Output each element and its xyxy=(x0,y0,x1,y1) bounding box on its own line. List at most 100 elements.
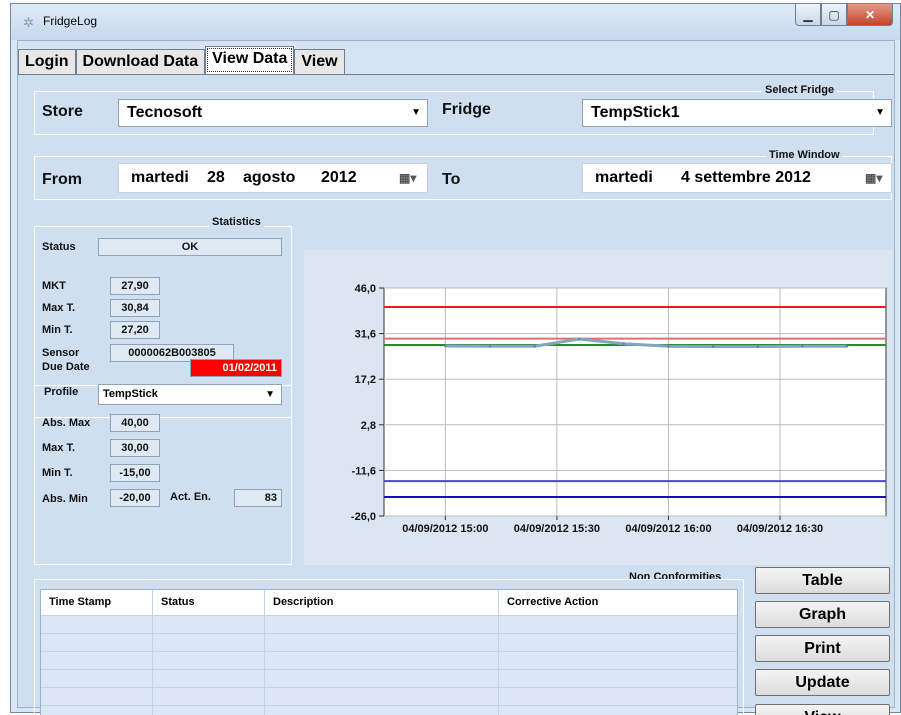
table-cell xyxy=(153,634,265,651)
to-date-picker[interactable]: martedi 4 settembre 2012 ▦▾ xyxy=(582,163,892,193)
col-corrective-action[interactable]: Corrective Action xyxy=(499,590,737,615)
x-tick-label: 04/09/2012 16:30 xyxy=(737,523,823,535)
x-tick-label: 04/09/2012 15:00 xyxy=(402,523,488,535)
table-cell xyxy=(265,616,499,633)
abs-max-value: 40,00 xyxy=(110,414,160,432)
maximize-button[interactable]: ▢ xyxy=(821,4,847,26)
fridge-select[interactable]: TempStick1 ▼ xyxy=(582,99,892,127)
store-label: Store xyxy=(42,103,83,120)
profile-select[interactable]: TempStick ▼ xyxy=(98,384,282,405)
table-cell xyxy=(41,670,153,687)
table-cell xyxy=(41,634,153,651)
from-date-picker[interactable]: martedi 28 agosto 2012 ▦▾ xyxy=(118,163,428,193)
x-tick-label: 04/09/2012 15:30 xyxy=(514,523,600,535)
table-row[interactable] xyxy=(41,634,737,652)
table-cell xyxy=(153,688,265,705)
temperature-point xyxy=(444,344,447,348)
table-cell xyxy=(41,706,153,715)
to-day: martedi xyxy=(595,169,653,186)
client-area: Login Download Data View Data View Selec… xyxy=(17,40,895,715)
table-row[interactable] xyxy=(41,616,737,634)
col-description[interactable]: Description xyxy=(265,590,499,615)
to-label: To xyxy=(442,171,461,188)
title-bar: ✲ FridgeLog ▁ ▢ ✕ xyxy=(11,4,900,40)
table-cell xyxy=(41,688,153,705)
close-button[interactable]: ✕ xyxy=(847,4,893,26)
from-day: martedi xyxy=(131,169,189,186)
maximize-icon: ▢ xyxy=(828,7,840,22)
table-cell xyxy=(499,706,737,715)
table-cell xyxy=(153,670,265,687)
y-tick-label: 31,6 xyxy=(355,329,376,341)
act-en-value: 83 xyxy=(234,489,282,507)
table-cell xyxy=(265,670,499,687)
table-cell xyxy=(265,634,499,651)
tab-view-data[interactable]: View Data xyxy=(205,46,295,74)
table-row[interactable] xyxy=(41,706,737,715)
profile-min-t-label: Min T. xyxy=(42,467,73,479)
store-select[interactable]: Tecnosoft ▼ xyxy=(118,99,428,127)
col-status[interactable]: Status xyxy=(153,590,265,615)
table-cell xyxy=(153,706,265,715)
tab-download-data[interactable]: Download Data xyxy=(75,49,206,74)
abs-max-label: Abs. Max xyxy=(42,417,91,429)
from-year: 2012 xyxy=(321,169,357,186)
temperature-chart: 46,0 31,6 17,2 2,8 -11,6 -26,0 04/09/2012 15:0… xyxy=(351,283,887,535)
act-en-label: Act. En. xyxy=(170,491,211,503)
fridge-label: Fridge xyxy=(442,101,491,118)
from-date: 28 xyxy=(207,169,225,186)
col-time-stamp[interactable]: Time Stamp xyxy=(41,590,153,615)
chevron-down-icon: ▼ xyxy=(411,107,421,118)
minimize-button[interactable]: ▁ xyxy=(795,4,821,26)
app-icon: ✲ xyxy=(23,15,34,30)
close-icon: ✕ xyxy=(864,7,876,22)
table-cell xyxy=(153,616,265,633)
print-button[interactable]: Print xyxy=(755,635,890,662)
stat-max-t-label: Max T. xyxy=(42,302,76,314)
temperature-point xyxy=(578,337,581,341)
tab-view[interactable]: View xyxy=(294,49,345,74)
table-row[interactable] xyxy=(41,688,737,706)
view-data-panel: Select Fridge Store Tecnosoft ▼ Fridge T… xyxy=(18,74,894,715)
stat-min-t-label: Min T. xyxy=(42,324,73,336)
update-button[interactable]: Update xyxy=(755,669,890,696)
statistics-title: Statistics xyxy=(209,216,264,228)
y-tick-label: 46,0 xyxy=(355,283,376,295)
profile-max-t-value: 30,00 xyxy=(110,439,160,457)
calendar-icon[interactable]: ▦▾ xyxy=(865,164,882,192)
chevron-down-icon: ▼ xyxy=(875,107,885,118)
mkt-label: MKT xyxy=(42,280,66,292)
temperature-point xyxy=(756,345,759,348)
temperature-point xyxy=(711,345,715,348)
window-title: FridgeLog xyxy=(43,14,98,28)
view-button[interactable]: View xyxy=(755,704,890,715)
table-cell xyxy=(153,652,265,669)
table-row[interactable] xyxy=(41,670,737,688)
profile-group xyxy=(34,385,292,565)
table-row[interactable] xyxy=(41,652,737,670)
temperature-point xyxy=(488,345,492,348)
table-header: Time Stamp Status Description Corrective… xyxy=(41,590,737,616)
profile-max-t-label: Max T. xyxy=(42,442,76,454)
app-window: ✲ FridgeLog ▁ ▢ ✕ Login Download Data Vi… xyxy=(10,3,901,715)
time-window-title: Time Window xyxy=(766,149,843,161)
y-tick-label: -26,0 xyxy=(351,511,376,523)
mkt-value: 27,90 xyxy=(110,277,160,295)
calendar-icon[interactable]: ▦▾ xyxy=(399,164,416,192)
stat-min-t-value: 27,20 xyxy=(110,321,160,339)
to-date: 4 settembre 2012 xyxy=(681,169,811,186)
graph-button[interactable]: Graph xyxy=(755,601,890,628)
sensor-label: Sensor xyxy=(42,347,80,359)
table-button[interactable]: Table xyxy=(755,567,890,594)
due-date-value: 01/02/2011 xyxy=(190,359,282,377)
due-date-label: Due Date xyxy=(42,361,90,373)
table-cell xyxy=(41,616,153,633)
temperature-point xyxy=(801,345,804,348)
non-conformities-table[interactable]: Time Stamp Status Description Corrective… xyxy=(40,589,738,715)
table-cell xyxy=(499,616,737,633)
chevron-down-icon: ▼ xyxy=(265,389,275,400)
temperature-point xyxy=(845,345,849,348)
status-label: Status xyxy=(42,241,76,253)
minimize-icon: ▁ xyxy=(803,7,813,22)
tab-login[interactable]: Login xyxy=(18,49,76,74)
